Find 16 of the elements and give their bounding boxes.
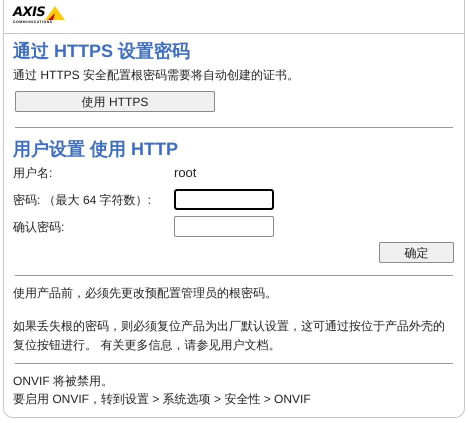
field-label: 用户名: — [13, 165, 54, 182]
note-text: 使用产品前，必须先更改预配置管理员的根密码。 — [13, 285, 278, 302]
onvif-text: 要启用 ONVIF，转到设置 > 系统选项 > 安全性 > ONVIF — [13, 391, 312, 408]
ok-button[interactable]: 确定 — [379, 242, 454, 263]
section-heading: 用户设置 使用 HTTP — [13, 138, 179, 160]
description-text: 通过 HTTPS 安全配置根密码需要将自动创建的证书。 — [13, 67, 300, 83]
section-heading: 通过 HTTPS 设置密码 — [13, 40, 192, 62]
password-field[interactable] — [174, 216, 274, 237]
username-value: root — [174, 164, 196, 182]
triangle-logo-icon — [45, 6, 66, 20]
onvif-text: ONVIF 将被禁用。 — [13, 373, 114, 390]
field-label: 确认密码: — [13, 218, 66, 236]
field-label: 密码: （最大 64 字符数）: — [13, 192, 152, 208]
note-text: 如果丢失根的密码，则必须复位产品为出厂默认设置，这可通过按位于产品外壳的复位按钮进行。 有关更多信息，请参见用户文档。 — [13, 318, 446, 354]
use-https-button[interactable]: 使用 HTTPS — [15, 91, 215, 112]
password-field[interactable] — [174, 189, 274, 210]
